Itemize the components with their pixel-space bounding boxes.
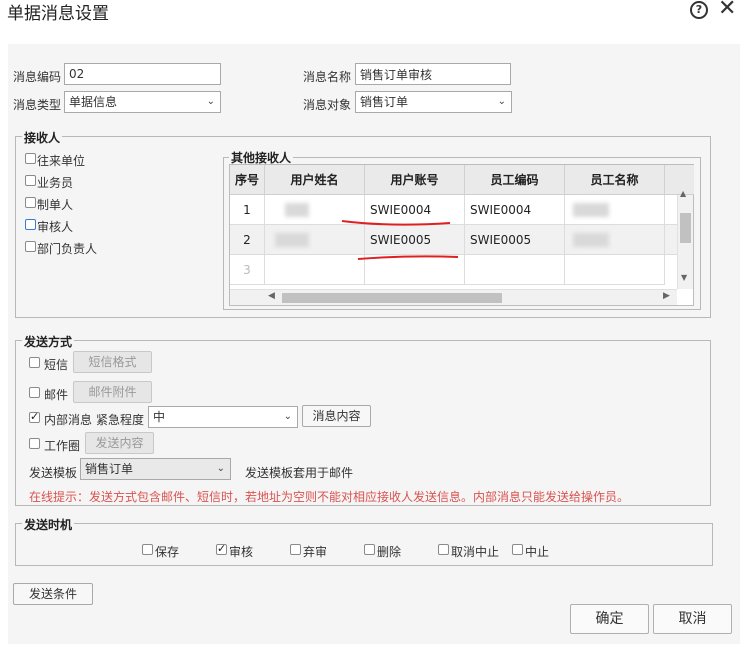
timing-checkbox[interactable] bbox=[512, 544, 523, 555]
grid-horizontal-scrollbar[interactable]: ◀ ▶ bbox=[230, 289, 677, 305]
column-header[interactable]: 员工名称 bbox=[565, 165, 665, 195]
scroll-left-icon[interactable]: ◀ bbox=[268, 291, 275, 301]
chevron-down-icon: ⌄ bbox=[283, 411, 292, 422]
receiver-label: 部门负责人 bbox=[37, 242, 98, 256]
table-cell[interactable] bbox=[565, 225, 665, 255]
urgency-label: 紧急程度 bbox=[96, 413, 145, 427]
timing-checkbox[interactable] bbox=[364, 544, 375, 555]
sms-label: 短信 bbox=[44, 358, 69, 372]
table-cell[interactable] bbox=[565, 255, 665, 285]
receiver-label: 业务员 bbox=[37, 176, 74, 190]
message-content-button[interactable]: 消息内容 bbox=[302, 405, 371, 427]
code-label: 消息编码 bbox=[13, 70, 62, 84]
annotation-marks bbox=[341, 220, 459, 260]
table-cell: 3 bbox=[230, 255, 265, 285]
window-title: 单据消息设置 bbox=[7, 4, 109, 24]
title-bar: 单据消息设置 ? ✕ bbox=[0, 0, 740, 24]
sms-checkbox[interactable] bbox=[29, 357, 40, 368]
annotation-underline bbox=[357, 255, 459, 260]
scroll-up-icon[interactable]: ▲ bbox=[680, 189, 686, 198]
redacted-emp-name bbox=[573, 203, 609, 217]
work-circle-label: 工作圈 bbox=[44, 439, 81, 453]
cancel-button[interactable]: 取消 bbox=[653, 604, 732, 634]
send-condition-button[interactable]: 发送条件 bbox=[13, 583, 93, 605]
timing-label: 删除 bbox=[377, 545, 402, 559]
help-icon[interactable]: ? bbox=[690, 1, 708, 19]
internal-message-checkbox[interactable] bbox=[29, 410, 40, 423]
redacted-name bbox=[285, 203, 309, 217]
grid-vertical-scrollbar[interactable]: ▲ ▼ bbox=[677, 189, 693, 289]
internal-message-label: 内部消息 bbox=[44, 413, 93, 427]
receiver-label: 往来单位 bbox=[37, 154, 86, 168]
target-select[interactable]: 销售订单 ⌄ bbox=[355, 91, 512, 113]
timing-checkbox[interactable] bbox=[290, 544, 301, 555]
template-note: 发送模板套用于邮件 bbox=[245, 466, 354, 480]
online-hint: 在线提示：发送方式包含邮件、短信时，若地址为空则不能对相应接收人发送信息。内部消… bbox=[29, 490, 630, 504]
scrollbar-thumb[interactable] bbox=[680, 213, 691, 243]
template-select-value: 销售订单 bbox=[85, 462, 134, 476]
receiver-checkbox[interactable] bbox=[25, 219, 36, 230]
table-cell: 2 bbox=[230, 225, 265, 255]
chevron-down-icon: ⌄ bbox=[497, 96, 506, 107]
sms-format-button[interactable]: 短信格式 bbox=[73, 351, 152, 373]
type-label: 消息类型 bbox=[13, 98, 62, 112]
receiver-checkbox[interactable] bbox=[25, 153, 36, 164]
template-label: 发送模板 bbox=[29, 466, 78, 480]
chevron-down-icon: ⌄ bbox=[216, 463, 225, 474]
send-content-button[interactable]: 发送内容 bbox=[85, 432, 154, 454]
work-circle-checkbox[interactable] bbox=[29, 438, 40, 449]
scrollbar-thumb[interactable] bbox=[282, 293, 502, 303]
mail-checkbox[interactable] bbox=[29, 387, 40, 398]
table-cell[interactable] bbox=[565, 195, 665, 225]
redacted-emp-name bbox=[573, 233, 609, 247]
timing-checkbox[interactable] bbox=[216, 542, 227, 555]
target-label: 消息对象 bbox=[303, 98, 352, 112]
table-cell[interactable]: SWIE0005 bbox=[465, 225, 565, 255]
receiver-checkbox[interactable] bbox=[25, 175, 36, 186]
timing-label: 弃审 bbox=[303, 545, 328, 559]
code-input[interactable] bbox=[64, 63, 221, 85]
type-select-value: 单据信息 bbox=[69, 95, 118, 109]
timing-label: 审核 bbox=[229, 545, 254, 559]
timing-checkbox[interactable] bbox=[142, 544, 153, 555]
column-header[interactable]: 员工编码 bbox=[465, 165, 565, 195]
column-header[interactable]: 序号 bbox=[230, 165, 265, 195]
chevron-down-icon: ⌄ bbox=[206, 96, 215, 107]
scroll-down-icon[interactable]: ▼ bbox=[681, 273, 687, 282]
table-cell[interactable]: SWIE0004 bbox=[465, 195, 565, 225]
timing-label: 中止 bbox=[525, 545, 550, 559]
receiver-checkbox[interactable] bbox=[25, 241, 36, 252]
template-select[interactable]: 销售订单 ⌄ bbox=[80, 458, 231, 480]
timing-label: 保存 bbox=[155, 545, 180, 559]
target-select-value: 销售订单 bbox=[360, 95, 409, 109]
table-cell[interactable] bbox=[465, 255, 565, 285]
scroll-right-icon[interactable]: ▶ bbox=[663, 291, 670, 301]
receiver-label: 制单人 bbox=[37, 198, 74, 212]
mail-attachment-button[interactable]: 邮件附件 bbox=[73, 381, 152, 403]
urgency-select[interactable]: 中 ⌄ bbox=[148, 406, 298, 428]
close-icon[interactable]: ✕ bbox=[718, 0, 736, 21]
urgency-select-value: 中 bbox=[153, 410, 166, 424]
receiver-checkbox[interactable] bbox=[25, 197, 36, 208]
column-header[interactable]: 用户姓名 bbox=[265, 165, 365, 195]
annotation-underline bbox=[341, 220, 451, 226]
send-timing-legend: 发送时机 bbox=[22, 516, 75, 533]
ok-button[interactable]: 确定 bbox=[570, 604, 649, 634]
timing-checkbox[interactable] bbox=[438, 544, 449, 555]
name-label: 消息名称 bbox=[303, 70, 352, 84]
name-input[interactable] bbox=[355, 63, 511, 85]
receiver-label: 审核人 bbox=[37, 220, 74, 234]
column-header[interactable]: 用户账号 bbox=[365, 165, 465, 195]
send-method-legend: 发送方式 bbox=[22, 333, 75, 350]
table-cell: 1 bbox=[230, 195, 265, 225]
redacted-name bbox=[275, 233, 309, 247]
receivers-legend: 接收人 bbox=[22, 129, 63, 146]
timing-label: 取消中止 bbox=[451, 545, 500, 559]
type-select[interactable]: 单据信息 ⌄ bbox=[64, 91, 221, 113]
mail-label: 邮件 bbox=[44, 388, 69, 402]
